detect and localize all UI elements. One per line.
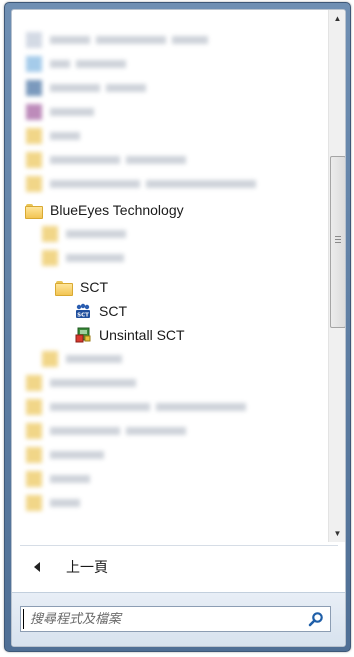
list-item[interactable] bbox=[12, 172, 328, 196]
list-item[interactable] bbox=[12, 52, 328, 76]
list-item[interactable] bbox=[12, 395, 328, 419]
folder-sct[interactable]: SCT bbox=[12, 275, 328, 299]
folder-blueeyes-technology[interactable]: BlueEyes Technology bbox=[12, 198, 328, 222]
list-item[interactable] bbox=[12, 100, 328, 124]
sct-app-icon: SCT bbox=[75, 303, 91, 319]
list-item[interactable] bbox=[12, 419, 328, 443]
folder-icon bbox=[26, 375, 42, 391]
list-item[interactable] bbox=[12, 491, 328, 515]
search-area bbox=[12, 592, 345, 646]
uninstall-icon bbox=[75, 327, 91, 343]
folder-icon bbox=[25, 203, 43, 219]
folder-icon bbox=[42, 351, 58, 367]
scroll-down-arrow-icon[interactable]: ▼ bbox=[329, 525, 345, 542]
list-item[interactable] bbox=[12, 28, 328, 52]
folder-icon bbox=[26, 399, 42, 415]
divider bbox=[20, 545, 338, 546]
program-icon bbox=[26, 104, 42, 120]
program-label: Unsintall SCT bbox=[99, 327, 185, 343]
program-icon bbox=[26, 56, 42, 72]
grip-icon bbox=[335, 236, 341, 245]
scroll-up-arrow-icon[interactable]: ▲ bbox=[329, 10, 345, 27]
folder-icon bbox=[26, 128, 42, 144]
list-item[interactable] bbox=[12, 222, 328, 246]
all-programs-list: BlueEyes Technology SCT SCT SCT Unsintal… bbox=[12, 10, 328, 542]
back-label: 上一頁 bbox=[66, 560, 108, 576]
folder-icon bbox=[26, 423, 42, 439]
back-arrow-icon bbox=[34, 562, 40, 572]
folder-icon bbox=[26, 447, 42, 463]
list-item[interactable] bbox=[12, 148, 328, 172]
list-item[interactable] bbox=[12, 467, 328, 491]
list-item[interactable] bbox=[12, 246, 328, 270]
search-icon[interactable] bbox=[308, 611, 324, 627]
list-item[interactable] bbox=[12, 371, 328, 395]
search-box[interactable] bbox=[20, 606, 331, 632]
folder-label: SCT bbox=[80, 279, 108, 295]
start-menu-frame: BlueEyes Technology SCT SCT SCT Unsintal… bbox=[4, 2, 351, 652]
folder-icon bbox=[42, 226, 58, 242]
scrollbar-thumb[interactable] bbox=[330, 156, 345, 328]
list-item[interactable] bbox=[12, 443, 328, 467]
list-item[interactable] bbox=[12, 347, 328, 371]
folder-icon bbox=[26, 176, 42, 192]
search-input[interactable] bbox=[23, 609, 300, 629]
list-item[interactable] bbox=[12, 76, 328, 100]
folder-icon bbox=[42, 250, 58, 266]
program-uninstall-sct[interactable]: Unsintall SCT bbox=[12, 323, 328, 347]
list-item[interactable] bbox=[12, 124, 328, 148]
folder-icon bbox=[26, 152, 42, 168]
start-menu-panel: BlueEyes Technology SCT SCT SCT Unsintal… bbox=[11, 9, 346, 647]
program-sct[interactable]: SCT SCT bbox=[12, 299, 328, 323]
program-icon bbox=[26, 80, 42, 96]
list-scrollbar[interactable]: ▲ ▼ bbox=[328, 10, 345, 542]
folder-icon bbox=[26, 471, 42, 487]
folder-icon bbox=[55, 280, 73, 296]
folder-label: BlueEyes Technology bbox=[50, 202, 184, 218]
program-label: SCT bbox=[99, 303, 127, 319]
program-icon bbox=[26, 32, 42, 48]
folder-icon bbox=[26, 495, 42, 511]
svg-text:SCT: SCT bbox=[77, 313, 89, 319]
back-button[interactable]: 上一頁 bbox=[12, 552, 328, 582]
